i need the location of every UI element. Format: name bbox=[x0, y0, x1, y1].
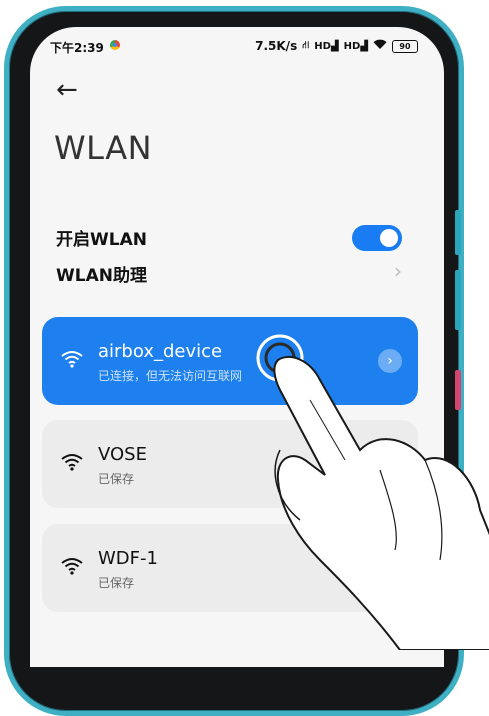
network-status: 已保存 bbox=[98, 576, 135, 590]
status-time: 下午2:39 bbox=[50, 41, 104, 55]
page-title: WLAN bbox=[54, 129, 153, 167]
wlan-assistant-label: WLAN助理 bbox=[56, 265, 147, 286]
network-speed: 7.5K/s bbox=[255, 39, 298, 53]
status-bar: 下午2:39 7.5K/s ⛙ HD▟ HD▟ 90 bbox=[30, 27, 444, 63]
wifi-status-icon bbox=[373, 39, 387, 53]
toggle-knob bbox=[380, 229, 398, 247]
network-status: 已保存 bbox=[98, 472, 135, 486]
signal-icon-2: HD▟ bbox=[343, 40, 368, 52]
network-status: 已连接，但无法访问互联网 bbox=[98, 369, 243, 383]
volume-button-lower bbox=[455, 270, 461, 330]
network-name: VOSE bbox=[98, 444, 147, 465]
network-name: WDF-1 bbox=[98, 548, 158, 569]
wifi-icon bbox=[61, 351, 83, 368]
signal-icon-1: HD▟ bbox=[314, 40, 339, 52]
chevron-right-icon: › bbox=[394, 259, 402, 283]
hand-pointer-illustration bbox=[256, 334, 489, 650]
chrome-notification-icon bbox=[110, 40, 120, 50]
vibrate-icon: ⛙ bbox=[302, 39, 310, 51]
network-name: airbox_device bbox=[98, 341, 223, 362]
back-arrow-icon[interactable]: ← bbox=[56, 77, 78, 103]
wlan-toggle-switch[interactable] bbox=[352, 225, 402, 251]
wifi-icon bbox=[61, 558, 83, 575]
volume-button bbox=[455, 210, 461, 255]
wlan-assistant-row[interactable]: WLAN助理 bbox=[56, 253, 418, 293]
wlan-toggle-label: 开启WLAN bbox=[56, 229, 147, 250]
wifi-icon bbox=[61, 454, 83, 471]
battery-icon: 90 bbox=[392, 39, 418, 53]
